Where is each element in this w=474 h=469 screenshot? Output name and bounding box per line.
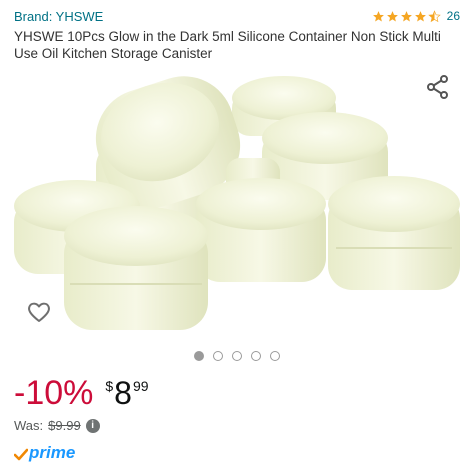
was-price: $9.99 bbox=[48, 418, 81, 433]
star-full-icon bbox=[400, 10, 412, 21]
currency-symbol: $ bbox=[105, 378, 114, 394]
star-full-icon bbox=[386, 10, 398, 21]
price-row: -10% $ 8 99 bbox=[14, 374, 149, 412]
rating[interactable]: 26 bbox=[372, 9, 460, 23]
price-fraction: 99 bbox=[132, 378, 149, 394]
carousel-dot[interactable] bbox=[232, 351, 242, 361]
current-price: $ 8 99 bbox=[105, 374, 148, 412]
star-full-icon bbox=[414, 10, 426, 21]
prime-label: prime bbox=[29, 443, 76, 462]
was-price-row: Was: $9.99 i bbox=[14, 418, 100, 433]
heart-outline-icon[interactable] bbox=[26, 299, 52, 325]
product-image[interactable] bbox=[0, 62, 474, 352]
container-jar bbox=[196, 178, 326, 282]
prime-badge: prime bbox=[14, 442, 75, 462]
container-jar bbox=[64, 206, 208, 330]
brand-link[interactable]: Brand: YHSWE bbox=[14, 9, 103, 24]
carousel-dot[interactable] bbox=[194, 351, 204, 361]
prime-check-icon bbox=[14, 448, 28, 461]
product-title: YHSWE 10Pcs Glow in the Dark 5ml Silicon… bbox=[14, 29, 441, 61]
image-carousel-dots bbox=[0, 351, 474, 361]
share-icon[interactable] bbox=[425, 74, 451, 100]
container-jar bbox=[328, 176, 460, 290]
price-whole: 8 bbox=[114, 375, 132, 411]
info-icon[interactable]: i bbox=[85, 418, 100, 433]
star-half-icon bbox=[427, 9, 441, 22]
star-rating bbox=[372, 9, 441, 23]
star-full-icon bbox=[372, 10, 384, 21]
carousel-dot[interactable] bbox=[270, 351, 280, 361]
carousel-dot[interactable] bbox=[213, 351, 223, 361]
rating-count[interactable]: 26 bbox=[447, 9, 460, 23]
carousel-dot[interactable] bbox=[251, 351, 261, 361]
discount-percent: -10% bbox=[14, 374, 94, 412]
was-label: Was: bbox=[14, 418, 44, 433]
